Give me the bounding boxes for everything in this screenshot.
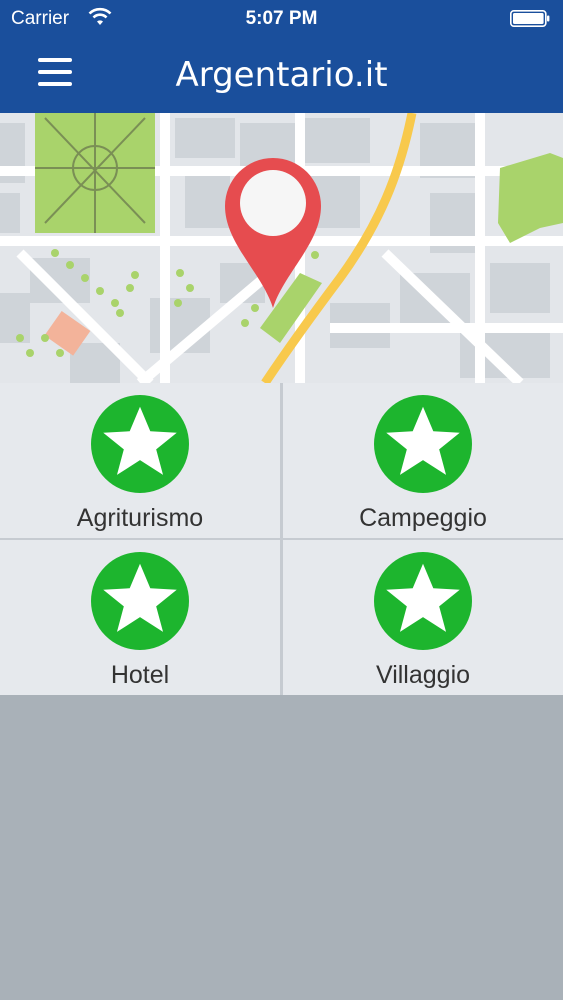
- category-villaggio[interactable]: Villaggio: [283, 540, 563, 695]
- map-banner: [0, 113, 563, 383]
- category-campeggio[interactable]: Campeggio: [283, 383, 563, 538]
- map-illustration: [0, 113, 563, 383]
- battery-icon: [510, 10, 550, 27]
- star-icon: [91, 395, 189, 493]
- category-hotel[interactable]: Hotel: [0, 540, 280, 695]
- category-agriturismo[interactable]: Agriturismo: [0, 383, 280, 538]
- category-grid: Agriturismo Campeggio Hotel Villaggio: [0, 383, 563, 695]
- category-label: Agriturismo: [76, 504, 204, 532]
- star-icon: [374, 552, 472, 650]
- category-label: Campeggio: [359, 504, 487, 532]
- star-icon: [374, 395, 472, 493]
- status-time: 5:07 PM: [245, 8, 318, 29]
- category-label: Hotel: [110, 661, 170, 689]
- empty-content-area: [0, 695, 563, 1000]
- category-label: Villaggio: [375, 661, 471, 689]
- app-title: Argentario.it: [175, 55, 388, 95]
- navigation-bar: Argentario.it: [0, 38, 563, 113]
- star-icon: [91, 552, 189, 650]
- status-bar: Carrier 5:07 PM: [0, 0, 563, 38]
